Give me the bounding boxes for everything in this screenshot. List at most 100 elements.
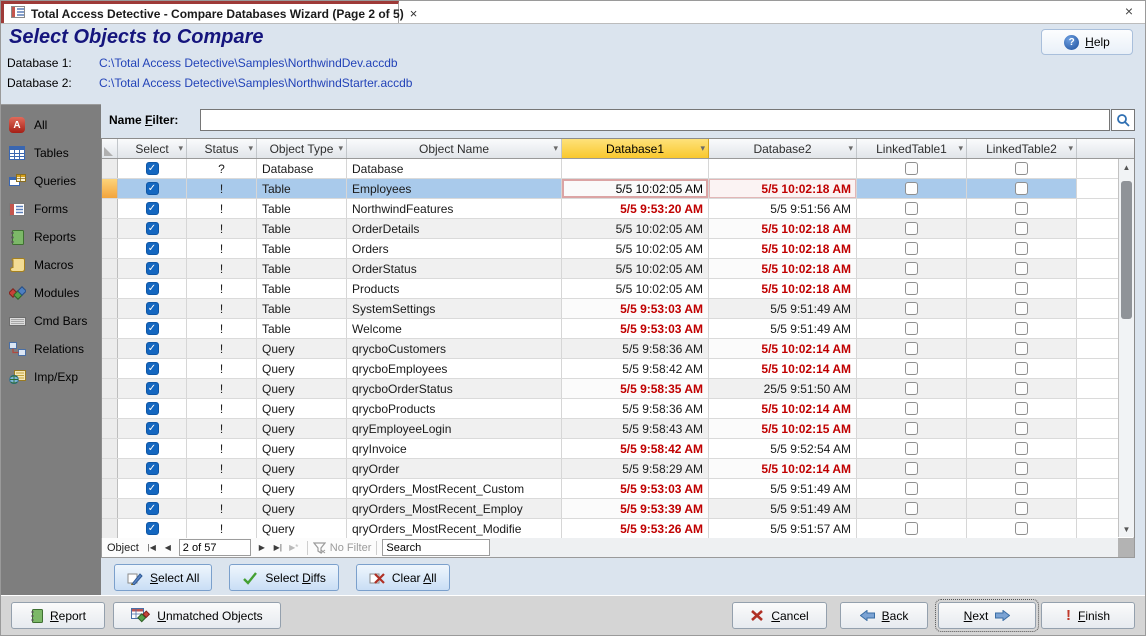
database2-cell[interactable]: 5/5 10:02:18 AM [709, 259, 857, 278]
linkedtable1-cell[interactable] [857, 179, 967, 198]
object-type-cell[interactable]: Query [257, 379, 347, 398]
object-name-cell[interactable]: Orders [347, 239, 562, 258]
sidebar-item-macros[interactable]: Macros [1, 251, 101, 279]
select-checkbox[interactable]: ✓ [145, 302, 159, 315]
object-type-cell[interactable]: Table [257, 239, 347, 258]
linkedtable1-cell[interactable] [857, 499, 967, 518]
database1-cell[interactable]: 5/5 9:58:36 AM [562, 399, 709, 418]
status-cell[interactable]: ! [187, 479, 257, 498]
linkedtable1-checkbox[interactable] [905, 362, 918, 375]
linkedtable1-cell[interactable] [857, 279, 967, 298]
linkedtable1-cell[interactable] [857, 259, 967, 278]
select-all-button[interactable]: Select All [114, 564, 213, 591]
database2-cell[interactable]: 5/5 9:51:49 AM [709, 319, 857, 338]
linkedtable1-checkbox[interactable] [905, 202, 918, 215]
database1-cell[interactable]: 5/5 10:02:05 AM [562, 259, 709, 278]
report-button[interactable]: Report [11, 602, 105, 629]
select-cell[interactable]: ✓ [118, 519, 187, 538]
select-checkbox[interactable]: ✓ [145, 322, 159, 335]
grid-corner-cell[interactable] [102, 139, 118, 158]
object-type-cell[interactable]: Query [257, 459, 347, 478]
database1-cell[interactable]: 5/5 9:53:39 AM [562, 499, 709, 518]
database1-cell[interactable]: 5/5 9:53:03 AM [562, 479, 709, 498]
linkedtable2-checkbox[interactable] [1015, 402, 1028, 415]
status-cell[interactable]: ! [187, 399, 257, 418]
select-diffs-button[interactable]: Select Diffs [229, 564, 339, 591]
column-header-linkedtable1[interactable]: LinkedTable1 ▾ [857, 139, 967, 158]
linkedtable2-checkbox[interactable] [1015, 262, 1028, 275]
linkedtable1-checkbox[interactable] [905, 522, 918, 535]
database2-cell[interactable]: 5/5 10:02:14 AM [709, 359, 857, 378]
select-cell[interactable]: ✓ [118, 459, 187, 478]
row-selector[interactable] [102, 499, 118, 518]
status-cell[interactable]: ! [187, 319, 257, 338]
linkedtable2-checkbox[interactable] [1015, 322, 1028, 335]
status-cell[interactable]: ? [187, 159, 257, 178]
new-record-button[interactable]: ▶* [286, 543, 302, 552]
database1-cell[interactable]: 5/5 9:58:29 AM [562, 459, 709, 478]
linkedtable2-checkbox[interactable] [1015, 502, 1028, 515]
status-cell[interactable]: ! [187, 179, 257, 198]
linkedtable2-checkbox[interactable] [1015, 222, 1028, 235]
scrollbar-thumb[interactable] [1121, 181, 1132, 319]
sidebar-item-impexp[interactable]: Imp/Exp [1, 363, 101, 391]
select-checkbox[interactable]: ✓ [145, 482, 159, 495]
sidebar-item-modules[interactable]: Modules [1, 279, 101, 307]
tab-close-icon[interactable]: × [410, 7, 418, 20]
object-name-cell[interactable]: Welcome [347, 319, 562, 338]
linkedtable2-cell[interactable] [967, 299, 1077, 318]
status-cell[interactable]: ! [187, 379, 257, 398]
linkedtable1-cell[interactable] [857, 439, 967, 458]
help-button[interactable]: ? Help [1041, 29, 1133, 55]
linkedtable2-checkbox[interactable] [1015, 182, 1028, 195]
row-selector[interactable] [102, 519, 118, 538]
database2-cell[interactable]: 5/5 9:51:56 AM [709, 199, 857, 218]
sidebar-item-cmdbars[interactable]: Cmd Bars [1, 307, 101, 335]
previous-record-button[interactable]: ◀ [160, 543, 176, 552]
linkedtable1-cell[interactable] [857, 459, 967, 478]
status-cell[interactable]: ! [187, 419, 257, 438]
linkedtable2-cell[interactable] [967, 479, 1077, 498]
linkedtable1-checkbox[interactable] [905, 282, 918, 295]
cancel-button[interactable]: Cancel [732, 602, 827, 629]
database2-cell[interactable]: 5/5 10:02:18 AM [709, 179, 857, 198]
sidebar-item-forms[interactable]: Forms [1, 195, 101, 223]
database2-cell[interactable]: 5/5 10:02:18 AM [709, 279, 857, 298]
linkedtable2-checkbox[interactable] [1015, 342, 1028, 355]
linkedtable2-cell[interactable] [967, 359, 1077, 378]
linkedtable1-checkbox[interactable] [905, 482, 918, 495]
object-type-cell[interactable]: Query [257, 399, 347, 418]
select-checkbox[interactable]: ✓ [145, 342, 159, 355]
linkedtable2-checkbox[interactable] [1015, 522, 1028, 535]
linkedtable2-checkbox[interactable] [1015, 482, 1028, 495]
database1-cell[interactable]: 5/5 9:58:35 AM [562, 379, 709, 398]
database2-cell[interactable]: 5/5 9:51:49 AM [709, 299, 857, 318]
column-header-object-name[interactable]: Object Name ▾ [347, 139, 562, 158]
linkedtable2-checkbox[interactable] [1015, 442, 1028, 455]
clear-all-button[interactable]: Clear All [355, 564, 450, 591]
select-cell[interactable]: ✓ [118, 299, 187, 318]
object-name-cell[interactable]: Employees [347, 179, 562, 198]
chevron-down-icon[interactable]: ▾ [700, 143, 705, 154]
column-header-database2[interactable]: Database2 ▾ [709, 139, 857, 158]
database1-cell[interactable]: 5/5 9:58:42 AM [562, 359, 709, 378]
linkedtable1-cell[interactable] [857, 239, 967, 258]
database2-cell[interactable]: 5/5 9:52:54 AM [709, 439, 857, 458]
next-record-button[interactable]: ▶ [254, 543, 270, 552]
linkedtable2-checkbox[interactable] [1015, 382, 1028, 395]
status-cell[interactable]: ! [187, 199, 257, 218]
linkedtable1-cell[interactable] [857, 419, 967, 438]
linkedtable1-cell[interactable] [857, 479, 967, 498]
database1-cell[interactable]: 5/5 9:58:36 AM [562, 339, 709, 358]
select-cell[interactable]: ✓ [118, 339, 187, 358]
row-selector[interactable] [102, 319, 118, 338]
row-selector[interactable] [102, 239, 118, 258]
object-type-cell[interactable]: Database [257, 159, 347, 178]
row-selector[interactable] [102, 279, 118, 298]
status-cell[interactable]: ! [187, 299, 257, 318]
select-checkbox[interactable]: ✓ [145, 262, 159, 275]
linkedtable2-cell[interactable] [967, 319, 1077, 338]
object-type-cell[interactable]: Table [257, 279, 347, 298]
sidebar-item-all[interactable]: A All [1, 111, 101, 139]
linkedtable2-cell[interactable] [967, 459, 1077, 478]
